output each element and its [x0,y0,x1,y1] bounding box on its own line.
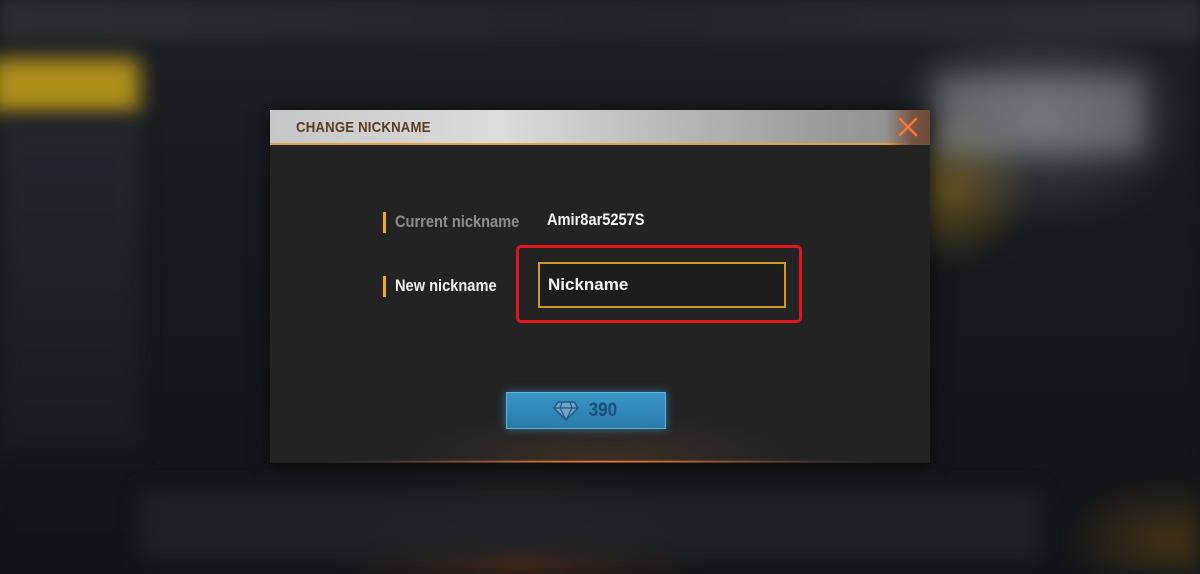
close-x-icon [898,117,918,137]
blurred-left-panel [0,120,140,450]
game-screen: CHANGE NICKNAME Current nickname Amir8ar… [0,0,1200,574]
close-button[interactable] [885,110,930,145]
blurred-yellow-tab [0,58,140,113]
blurred-right-panel [935,75,1145,155]
accent-bar [383,275,386,297]
confirm-purchase-button[interactable]: 390 [506,392,666,429]
accent-bar [383,211,386,233]
change-nickname-dialog: CHANGE NICKNAME Current nickname Amir8ar… [270,110,930,463]
price-label: 390 [588,399,618,421]
blurred-bottom-bar [140,490,1040,560]
new-nickname-label: New nickname [395,276,497,295]
current-nickname-value: Amir8ar5257S [547,210,645,229]
diamond-icon [553,400,580,421]
dialog-titlebar: CHANGE NICKNAME [270,110,930,145]
dialog-title: CHANGE NICKNAME [296,119,431,136]
blurred-top-bar [0,0,1200,40]
new-nickname-row: New nickname [383,274,513,298]
current-nickname-label: Current nickname [395,212,520,231]
new-nickname-input[interactable] [538,262,786,308]
current-nickname-row: Current nickname [383,210,540,234]
